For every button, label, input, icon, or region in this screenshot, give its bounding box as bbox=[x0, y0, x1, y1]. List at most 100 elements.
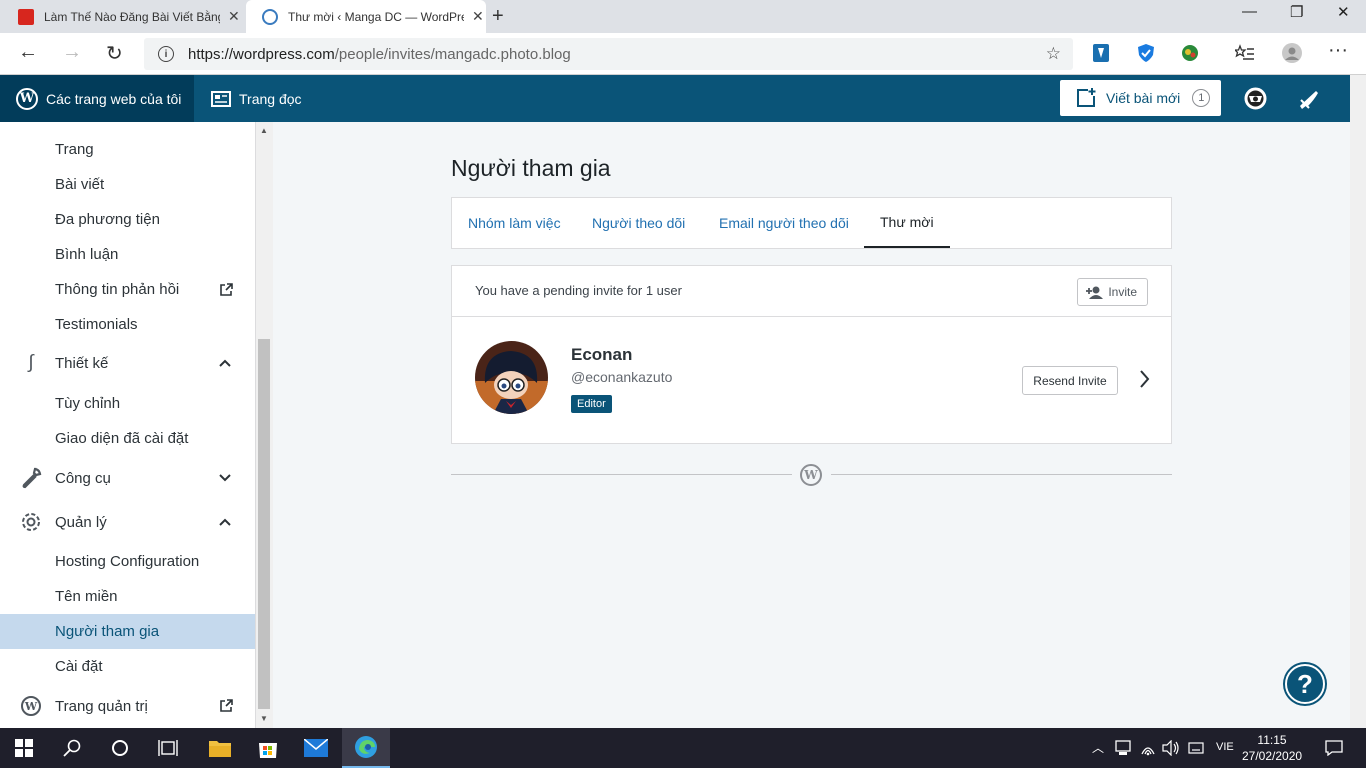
external-link-icon bbox=[220, 699, 233, 712]
new-tab-plus-icon[interactable]: + bbox=[492, 5, 504, 28]
keyboard-icon[interactable] bbox=[1188, 740, 1204, 756]
sidebar-item-settings[interactable]: Cài đặt bbox=[0, 649, 255, 684]
browser-tab-strip: Làm Thế Nào Đăng Bài Viết Bằng ✕ Thư mời… bbox=[0, 0, 1366, 33]
sidebar-item-domains[interactable]: Tên miền bbox=[0, 579, 255, 614]
sidebar-item-comments[interactable]: Bình luận bbox=[0, 237, 255, 272]
browser-tab-2-active[interactable]: Thư mời ‹ Manga DC — WordPress ✕ bbox=[246, 0, 486, 33]
more-options-icon[interactable]: ··· bbox=[1328, 39, 1348, 62]
sidebar-item-label: Người tham gia bbox=[55, 623, 160, 640]
browser-tab-1[interactable]: Làm Thế Nào Đăng Bài Viết Bằng ✕ bbox=[2, 0, 246, 33]
sidebar-item-wp-admin[interactable]: W Trang quản trị bbox=[0, 684, 255, 728]
sidebar-item-label: Bài viết bbox=[55, 176, 105, 193]
refresh-icon[interactable]: ↻ bbox=[106, 41, 123, 66]
sidebar-section-tools[interactable]: Công cụ bbox=[0, 456, 255, 500]
design-brush-icon: ∫ bbox=[28, 352, 34, 373]
windows-start-icon[interactable] bbox=[0, 728, 48, 768]
minimize-window-icon[interactable]: — bbox=[1242, 3, 1257, 20]
wordpress-logo-icon: W bbox=[20, 695, 42, 717]
edge-browser-icon[interactable] bbox=[342, 728, 390, 768]
sidebar-item-customize[interactable]: Tùy chỉnh bbox=[0, 386, 255, 421]
sidebar-scrollbar-thumb[interactable] bbox=[258, 339, 270, 709]
tab-label: Người theo dõi bbox=[592, 215, 686, 231]
add-user-icon bbox=[1086, 286, 1104, 299]
action-center-icon[interactable] bbox=[1325, 740, 1343, 756]
wordpress-footer-logo-icon: W bbox=[800, 464, 822, 486]
volume-icon[interactable] bbox=[1162, 740, 1180, 756]
input-language-indicator[interactable]: VIE bbox=[1216, 741, 1234, 753]
favorites-list-icon[interactable] bbox=[1235, 43, 1255, 63]
address-bar[interactable]: i https://wordpress.com/people/invites/m… bbox=[144, 38, 1073, 70]
extension-globe-icon[interactable] bbox=[1180, 43, 1200, 63]
chevron-down-icon bbox=[219, 474, 231, 482]
chevron-right-icon[interactable] bbox=[1138, 367, 1152, 391]
favorite-star-icon[interactable]: ☆ bbox=[1046, 44, 1061, 64]
scroll-up-arrow-icon[interactable]: ▲ bbox=[260, 126, 268, 135]
file-explorer-icon[interactable] bbox=[196, 728, 244, 768]
invite-list-item[interactable]: Econan @econankazuto Editor Resend Invit… bbox=[451, 317, 1172, 444]
sidebar-item-label: Thiết kế bbox=[55, 354, 109, 372]
sidebar-item-feedback[interactable]: Thông tin phản hồi bbox=[0, 272, 255, 307]
close-tab-icon[interactable]: ✕ bbox=[228, 8, 240, 25]
write-post-button[interactable]: Viết bài mới 1 bbox=[1060, 80, 1221, 116]
wifi-icon[interactable] bbox=[1140, 740, 1156, 756]
page-title: Người tham gia bbox=[451, 155, 611, 181]
sidebar-item-label: Cài đặt bbox=[55, 658, 103, 675]
browser-tab-title: Thư mời ‹ Manga DC — WordPress bbox=[288, 9, 464, 24]
browser-toolbar: ← → ↻ i https://wordpress.com/people/inv… bbox=[0, 33, 1366, 75]
mail-icon[interactable] bbox=[292, 728, 340, 768]
network-device-icon[interactable] bbox=[1115, 740, 1131, 756]
sidebar-item-people[interactable]: Người tham gia bbox=[0, 614, 255, 649]
restore-window-icon[interactable]: ❐ bbox=[1290, 3, 1303, 21]
extension-bookmark-icon[interactable] bbox=[1091, 43, 1111, 63]
page-scrollbar[interactable] bbox=[1350, 75, 1366, 728]
resend-invite-button[interactable]: Resend Invite bbox=[1022, 366, 1118, 395]
sidebar-item-label: Tên miền bbox=[55, 588, 118, 605]
close-window-icon[interactable]: ✕ bbox=[1337, 3, 1350, 21]
write-post-label: Viết bài mới bbox=[1106, 90, 1181, 106]
chevron-up-icon bbox=[219, 359, 231, 367]
sidebar-item-media[interactable]: Đa phương tiện bbox=[0, 202, 255, 237]
tab-team[interactable]: Nhóm làm việc bbox=[468, 198, 561, 248]
scroll-down-arrow-icon[interactable]: ▼ bbox=[260, 714, 268, 723]
search-icon[interactable] bbox=[48, 728, 96, 768]
reader-button[interactable]: Trang đọc bbox=[211, 75, 302, 122]
sidebar-item-posts[interactable]: Bài viết bbox=[0, 167, 255, 202]
sidebar-item-label: Trang bbox=[55, 141, 94, 158]
close-tab-icon[interactable]: ✕ bbox=[472, 8, 484, 25]
pending-invites-header: You have a pending invite for 1 user Inv… bbox=[451, 265, 1172, 317]
tab-label: Thư mời bbox=[880, 214, 934, 230]
cortana-icon[interactable] bbox=[96, 728, 144, 768]
add-post-icon bbox=[1077, 88, 1096, 107]
notifications-bell-icon[interactable] bbox=[1298, 88, 1320, 110]
footer-divider-right bbox=[831, 474, 1172, 475]
sidebar-section-design[interactable]: ∫ Thiết kế bbox=[0, 341, 255, 385]
sidebar-item-themes[interactable]: Giao diện đã cài đặt bbox=[0, 421, 255, 456]
sidebar-item-pages[interactable]: Trang bbox=[0, 132, 255, 167]
sidebar-scrollbar[interactable]: ▲ ▼ bbox=[256, 122, 273, 728]
site-info-icon[interactable]: i bbox=[158, 46, 174, 62]
system-clock[interactable]: 11:15 27/02/2020 bbox=[1242, 732, 1302, 764]
clock-date: 27/02/2020 bbox=[1242, 749, 1303, 763]
sidebar-item-label: Trang quản trị bbox=[55, 697, 148, 715]
task-view-icon[interactable] bbox=[144, 728, 192, 768]
drafts-count-badge: 1 bbox=[1192, 89, 1211, 107]
sidebar-item-label: Testimonials bbox=[55, 316, 138, 333]
tab-label: Nhóm làm việc bbox=[468, 215, 561, 231]
sidebar-item-hosting[interactable]: Hosting Configuration bbox=[0, 544, 255, 579]
sidebar-section-manage[interactable]: Quản lý bbox=[0, 500, 255, 544]
user-avatar-icon[interactable] bbox=[1244, 87, 1267, 110]
forward-arrow-icon[interactable]: → bbox=[62, 41, 82, 64]
tab-invites[interactable]: Thư mời bbox=[864, 198, 950, 248]
my-sites-button[interactable]: W Các trang web của tôi bbox=[0, 75, 194, 122]
back-arrow-icon[interactable]: ← bbox=[18, 41, 38, 64]
url-text: https://wordpress.com/people/invites/man… bbox=[188, 46, 571, 63]
help-button[interactable]: ? bbox=[1285, 664, 1325, 704]
extension-shield-icon[interactable] bbox=[1136, 43, 1156, 63]
tab-followers[interactable]: Người theo dõi bbox=[592, 198, 685, 248]
profile-avatar-icon[interactable] bbox=[1282, 43, 1302, 63]
sidebar-item-testimonials[interactable]: Testimonials bbox=[0, 307, 255, 342]
microsoft-store-icon[interactable] bbox=[244, 728, 292, 768]
invite-button[interactable]: Invite bbox=[1077, 278, 1148, 306]
tab-email-followers[interactable]: Email người theo dõi bbox=[719, 198, 849, 248]
show-hidden-icons-chevron-icon[interactable]: ︿ bbox=[1092, 739, 1104, 756]
